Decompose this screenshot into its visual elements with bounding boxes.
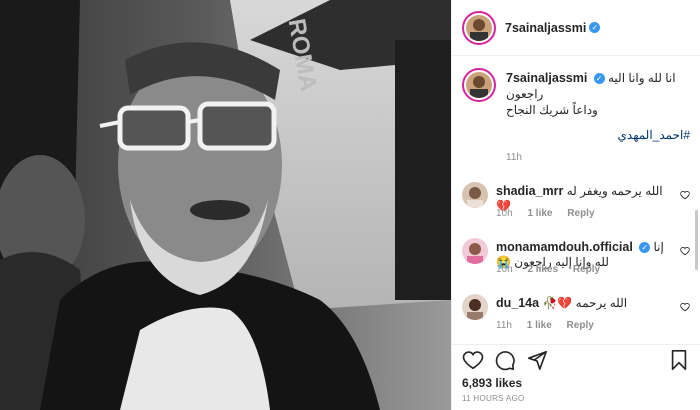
caption-username[interactable]: 7sainaljassmi bbox=[506, 71, 587, 85]
comment-like-heart-icon[interactable] bbox=[680, 246, 690, 256]
comment-text: الله يرحمه 💔🥀 bbox=[542, 296, 628, 310]
post-header: 7sainaljassmi ✓ bbox=[452, 0, 700, 56]
commenter-verified-icon: ✓ bbox=[639, 242, 651, 254]
verified-badge-icon: ✓ bbox=[589, 22, 601, 33]
comment-likes[interactable]: 1 like bbox=[527, 320, 552, 331]
commenter-username[interactable]: du_14a bbox=[496, 296, 539, 310]
comment-item: monamamdouh.official ✓ إنا لله وإنا إليه… bbox=[452, 226, 700, 282]
comment-time[interactable]: 10h bbox=[496, 208, 513, 219]
comment-like-heart-icon[interactable] bbox=[680, 190, 690, 200]
reply-button[interactable]: Reply bbox=[573, 264, 600, 275]
action-bar bbox=[452, 344, 700, 374]
author-avatar[interactable] bbox=[462, 10, 496, 45]
caption-hashtag[interactable]: #احمد_المهدي bbox=[506, 128, 691, 142]
comment-likes[interactable]: 2 likes bbox=[527, 264, 558, 275]
caption-verified-icon: ✓ bbox=[593, 73, 605, 85]
heart-icon[interactable] bbox=[462, 349, 484, 371]
post-caption: 7sainaljassmi ✓ انا لله وانا اليه راجعون… bbox=[452, 56, 700, 170]
commenter-avatar[interactable] bbox=[462, 182, 488, 208]
commenter-username[interactable]: shadia_mrr bbox=[496, 184, 563, 198]
comment-time[interactable]: 10h bbox=[496, 264, 513, 275]
comments-section: 7sainaljassmi ✓ انا لله وانا اليه راجعون… bbox=[452, 56, 700, 344]
caption-time[interactable]: 11h bbox=[506, 152, 690, 163]
likes-count[interactable]: 6,893 likes bbox=[462, 376, 522, 390]
caption-author-avatar[interactable] bbox=[462, 68, 496, 102]
reply-button[interactable]: Reply bbox=[567, 320, 594, 331]
commenter-username[interactable]: monamamdouh.official bbox=[496, 240, 633, 254]
caption-line-2: وداعاً شريك النجاح bbox=[506, 103, 598, 117]
comment-likes[interactable]: 1 like bbox=[527, 208, 552, 219]
bookmark-icon[interactable] bbox=[668, 349, 690, 371]
instagram-post: ROMA 7sainaljassmi ✓ 7sainaljassmi ✓ انا… bbox=[0, 0, 700, 410]
comments-scrollbar[interactable] bbox=[695, 210, 698, 270]
post-timestamp[interactable]: 11 HOURS AGO bbox=[462, 394, 525, 403]
post-side-panel: 7sainaljassmi ✓ 7sainaljassmi ✓ انا لله … bbox=[451, 0, 700, 410]
reply-button[interactable]: Reply bbox=[567, 208, 594, 219]
share-icon[interactable] bbox=[526, 349, 548, 371]
photo-image: ROMA bbox=[0, 0, 451, 410]
comment-icon[interactable] bbox=[494, 349, 516, 371]
comment-item: du_14a الله يرحمه 💔🥀 11h 1 like Reply bbox=[452, 282, 700, 338]
comment-like-heart-icon[interactable] bbox=[680, 302, 690, 312]
commenter-avatar[interactable] bbox=[462, 238, 488, 264]
post-photo[interactable]: ROMA bbox=[0, 0, 451, 410]
author-username[interactable]: 7sainaljassmi bbox=[505, 21, 586, 35]
comment-time[interactable]: 11h bbox=[496, 320, 512, 331]
comment-item: shadia_mrr الله يرحمه ويغفر له 💔 10h 1 l… bbox=[452, 170, 700, 226]
commenter-avatar[interactable] bbox=[462, 294, 488, 320]
